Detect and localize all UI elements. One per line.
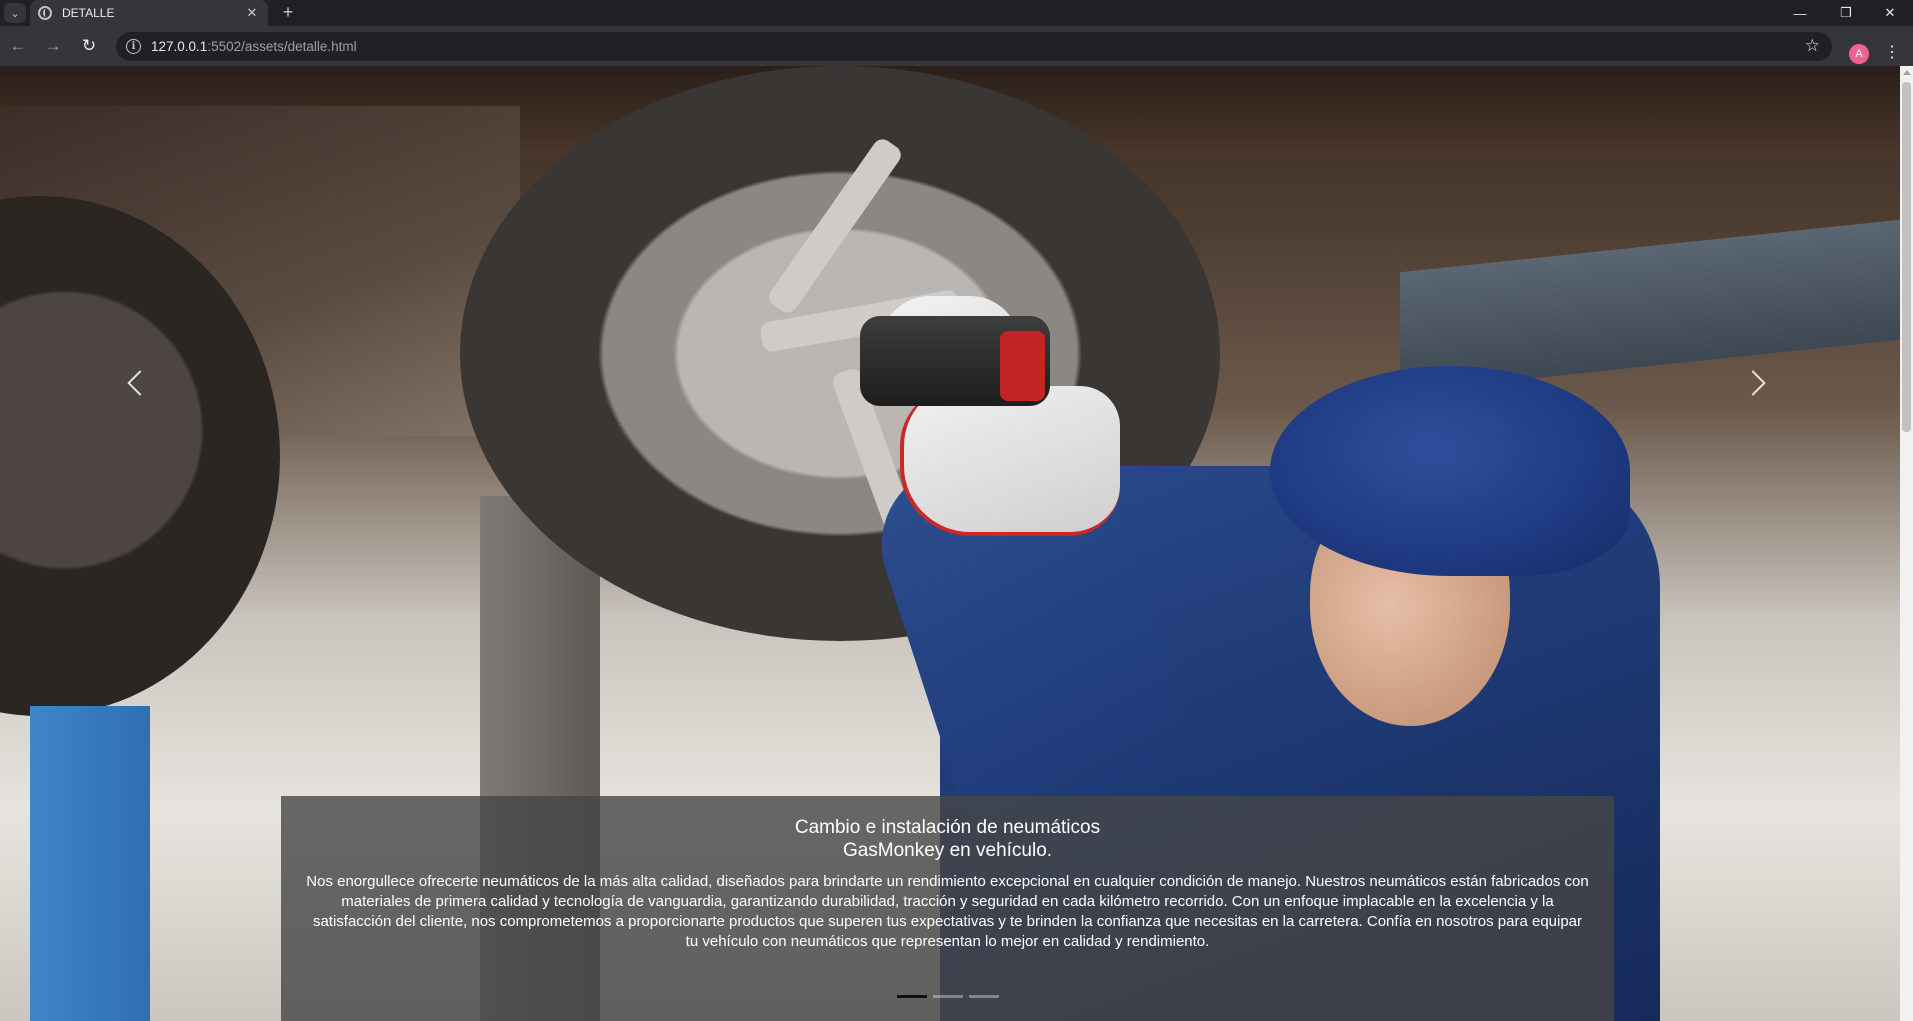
chevron-left-icon xyxy=(127,370,153,396)
close-icon[interactable]: ✕ xyxy=(244,5,260,21)
kebab-menu-icon[interactable]: ⋮ xyxy=(1884,42,1900,62)
hero-carousel: Cambio e instalación de neumáticos GasMo… xyxy=(0,66,1900,1021)
tab-search-icon[interactable]: ⌄ xyxy=(4,3,26,23)
carousel-indicator-2[interactable] xyxy=(932,995,963,998)
caption-title-line2: GasMonkey en vehículo. xyxy=(842,840,1053,861)
carousel-prev-button[interactable] xyxy=(115,358,165,408)
scroll-up-arrow[interactable] xyxy=(1903,70,1911,75)
browser-tab[interactable]: DETALLE ✕ xyxy=(30,0,268,26)
window-close-icon[interactable]: ✕ xyxy=(1867,0,1913,26)
url-text[interactable]: 127.0.0.1:5502/assets/detalle.html xyxy=(151,39,357,54)
restore-icon[interactable]: ❐ xyxy=(1823,0,1869,26)
page-viewport: Cambio e instalación de neumáticos GasMo… xyxy=(0,66,1913,1021)
plus-icon[interactable]: + xyxy=(278,2,298,22)
site-favicon-icon xyxy=(38,6,52,20)
caption-title-line1: Cambio e instalación de neumáticos xyxy=(794,817,1101,838)
carousel-indicator-1[interactable] xyxy=(896,995,927,998)
carousel-indicators xyxy=(0,995,1895,998)
carousel-caption: Cambio e instalación de neumáticos GasMo… xyxy=(281,796,1614,1021)
bookmark-star-icon[interactable]: ☆ xyxy=(1805,36,1820,56)
reload-icon[interactable]: ↻ xyxy=(77,34,101,58)
minimize-icon[interactable]: — xyxy=(1777,0,1823,26)
page-scrollbar[interactable] xyxy=(1900,66,1913,1021)
address-bar[interactable]: i 127.0.0.1:5502/assets/detalle.html ☆ xyxy=(116,32,1832,61)
carousel-next-button[interactable] xyxy=(1728,358,1778,408)
forward-arrow-icon[interactable]: → xyxy=(41,34,65,58)
tab-title: DETALLE xyxy=(62,6,115,20)
browser-toolbar: ← → ↻ i 127.0.0.1:5502/assets/detalle.ht… xyxy=(0,26,1913,66)
scrollbar-thumb[interactable] xyxy=(1902,82,1911,432)
caption-title: Cambio e instalación de neumáticos GasMo… xyxy=(281,816,1614,862)
tab-strip: ⌄ DETALLE ✕ + — ❐ ✕ xyxy=(0,0,1913,26)
carousel-indicator-3[interactable] xyxy=(968,995,999,998)
chevron-right-icon xyxy=(1740,370,1766,396)
caption-text: Nos enorgullece ofrecerte neumáticos de … xyxy=(306,873,1589,950)
avatar[interactable]: A xyxy=(1849,44,1869,64)
site-info-icon[interactable]: i xyxy=(126,39,141,54)
back-arrow-icon[interactable]: ← xyxy=(6,34,30,58)
